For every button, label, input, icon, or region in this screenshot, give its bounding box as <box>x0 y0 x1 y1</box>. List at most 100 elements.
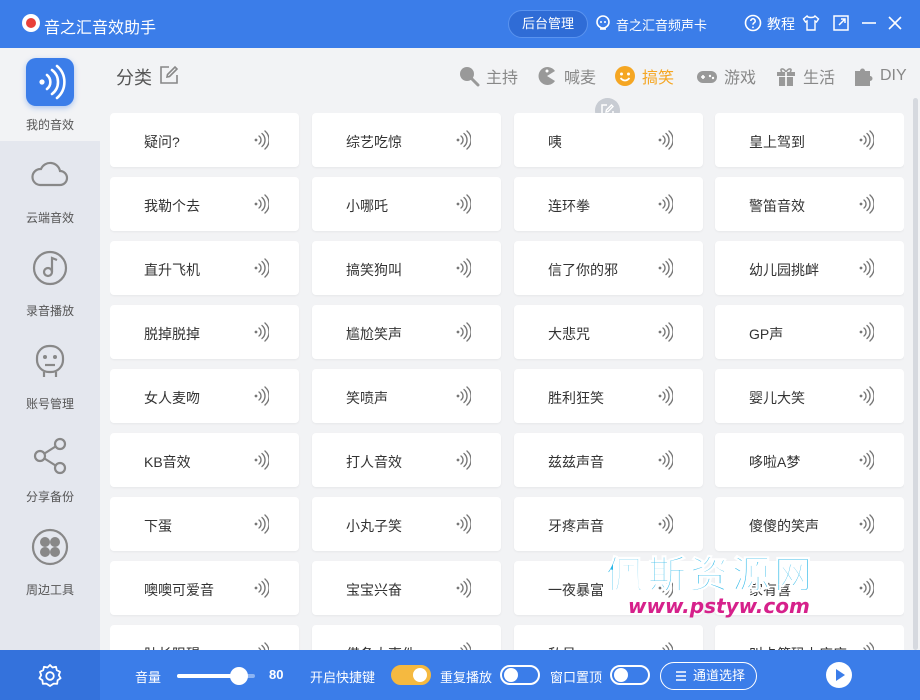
sound-card[interactable]: 哆啦A梦 <box>715 433 904 487</box>
sound-wave-icon <box>658 194 673 214</box>
list-icon <box>676 671 686 681</box>
sound-wave-icon <box>859 578 874 598</box>
sound-label: 噢噢可爱音 <box>144 582 214 598</box>
sound-wave-icon <box>456 386 471 406</box>
tab-label: 游戏 <box>724 70 757 87</box>
sound-wave-icon <box>662 642 673 650</box>
shortcut-toggle[interactable] <box>391 665 431 685</box>
sound-card[interactable]: 下蛋 <box>110 497 299 551</box>
sound-card[interactable]: 小丸子笑 <box>312 497 501 551</box>
play-icon[interactable] <box>826 662 852 688</box>
sound-card[interactable]: 尴尬笑声 <box>312 305 501 359</box>
sound-wave-icon <box>456 514 471 534</box>
sound-card[interactable]: 借条大事件 <box>312 625 501 650</box>
sound-card[interactable]: 婴儿大笑 <box>715 369 904 423</box>
smile-icon <box>615 66 635 86</box>
sound-card[interactable]: 综艺吃惊 <box>312 113 501 167</box>
cloud-icon <box>31 161 69 187</box>
sidebar-label: 云端音效 <box>25 211 74 225</box>
settings-button[interactable] <box>0 650 100 700</box>
repeat-toggle[interactable] <box>500 665 540 685</box>
gamepad-icon <box>697 71 717 83</box>
tab-label: 生活 <box>803 70 836 87</box>
sound-card[interactable]: 女人麦吻 <box>110 369 299 423</box>
sound-label: 傻傻的笑声 <box>749 518 819 534</box>
sound-label: 尴尬笑声 <box>346 326 402 342</box>
sound-card[interactable]: 傻傻的笑声 <box>715 497 904 551</box>
tab-label: 主持 <box>486 70 519 87</box>
sound-card[interactable]: KB音效 <box>110 433 299 487</box>
sound-card[interactable]: 大悲咒 <box>514 305 703 359</box>
sound-card[interactable]: 连环拳 <box>514 177 703 231</box>
sound-card[interactable]: 警笛音效 <box>715 177 904 231</box>
sidebar: 我的音效 云端音效 录音播放 账号管理 分享备份 周边工具 <box>0 48 100 650</box>
sound-card[interactable]: 牙疼声音 <box>514 497 703 551</box>
sound-card[interactable]: 宝宝兴奋 <box>312 561 501 615</box>
edit-icon[interactable] <box>158 64 180 86</box>
close-icon[interactable] <box>886 14 904 32</box>
robot-icon[interactable] <box>594 14 612 32</box>
share-icon <box>33 437 67 475</box>
sidebar-label: 录音播放 <box>25 304 74 318</box>
sound-wave-icon <box>658 130 673 150</box>
sound-label: 兹兹声音 <box>548 454 604 470</box>
gear-icon <box>38 664 62 687</box>
sidebar-label: 分享备份 <box>25 490 74 504</box>
sound-card[interactable]: 兹兹声音 <box>514 433 703 487</box>
skin-icon[interactable] <box>802 14 820 32</box>
channel-select-label: 通道选择 <box>693 668 746 683</box>
minimize-icon[interactable] <box>860 14 878 32</box>
sound-card[interactable]: 打人音效 <box>312 433 501 487</box>
sound-label: 小哪吒 <box>346 198 388 214</box>
sound-card[interactable]: 皇上驾到 <box>715 113 904 167</box>
sound-label: 皇上驾到 <box>749 134 805 150</box>
tutorial-link[interactable]: 教程 <box>767 14 795 34</box>
sound-wave-icon <box>859 450 874 470</box>
tab-label: 喊麦 <box>564 70 597 87</box>
volume-knob[interactable] <box>230 667 249 685</box>
sidebar-item-account[interactable]: 账号管理 <box>0 327 100 420</box>
sound-card[interactable]: 幼儿园挑衅 <box>715 241 904 295</box>
help-icon[interactable] <box>744 14 762 32</box>
sound-card[interactable]: 小哪吒 <box>312 177 501 231</box>
sound-card[interactable]: 直升飞机 <box>110 241 299 295</box>
device-name[interactable]: 音之汇音频声卡 <box>616 15 707 34</box>
sound-card[interactable]: 我勒个去 <box>110 177 299 231</box>
sidebar-item-tools[interactable]: 周边工具 <box>0 513 100 606</box>
sound-wave-icon <box>859 258 874 278</box>
tab-host[interactable]: 主持 <box>458 64 518 88</box>
sound-card[interactable]: 疑问? <box>110 113 299 167</box>
sound-wave-icon <box>658 514 673 534</box>
sidebar-item-share-backup[interactable]: 分享备份 <box>0 420 100 513</box>
bottom-bar: 音量 80 开启快捷键 重复播放 窗口置顶 通道选择 <box>0 650 920 700</box>
watermark-url: www.pstyw.com <box>628 594 810 618</box>
admin-button[interactable]: 后台管理 <box>508 10 588 38</box>
tab-game[interactable]: 游戏 <box>696 64 756 88</box>
restore-icon[interactable] <box>832 14 850 32</box>
sound-card[interactable]: 私员 <box>514 625 703 650</box>
sound-card[interactable]: 胜利狂笑 <box>514 369 703 423</box>
sound-card[interactable]: 噢噢可爱音 <box>110 561 299 615</box>
sidebar-label: 周边工具 <box>25 583 74 597</box>
scrollbar[interactable] <box>913 98 918 650</box>
sound-card[interactable]: 搞笑狗叫 <box>312 241 501 295</box>
sound-card[interactable]: 笑喷声 <box>312 369 501 423</box>
tab-funny[interactable]: 搞笑 <box>614 64 674 88</box>
sound-card[interactable]: 信了你的邪 <box>514 241 703 295</box>
sound-card[interactable]: 咦 <box>514 113 703 167</box>
sound-card[interactable]: GP声 <box>715 305 904 359</box>
tab-diy[interactable]: DIY <box>852 64 907 88</box>
tab-shout[interactable]: 喊麦 <box>536 64 596 88</box>
sound-card[interactable]: 脱掉脱掉 <box>110 305 299 359</box>
sidebar-item-my-sounds[interactable]: 我的音效 <box>0 48 100 141</box>
app-title: 音之汇音效助手 <box>44 20 157 37</box>
sound-card[interactable]: 肚长阻碍 <box>110 625 299 650</box>
sidebar-item-record-play[interactable]: 录音播放 <box>0 234 100 327</box>
my-sounds-icon <box>26 58 74 106</box>
channel-select-button[interactable]: 通道选择 <box>660 662 757 690</box>
sidebar-item-cloud-sounds[interactable]: 云端音效 <box>0 141 100 234</box>
tab-life[interactable]: 生活 <box>775 64 835 88</box>
sound-card[interactable]: 叫卡第码上店店 <box>715 625 904 650</box>
pin-top-toggle[interactable] <box>610 665 650 685</box>
sound-wave-icon <box>456 322 471 342</box>
